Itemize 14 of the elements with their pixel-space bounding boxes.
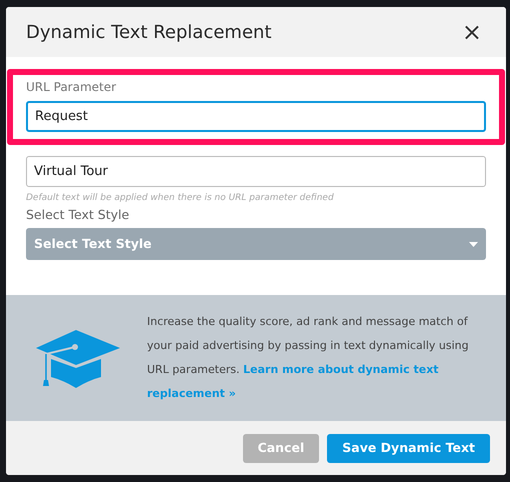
learn-more-link[interactable]: replacement » bbox=[147, 387, 236, 400]
close-button[interactable]: × bbox=[458, 20, 486, 44]
caret-icon bbox=[469, 242, 478, 246]
learn-more-link[interactable]: Learn more about dynamic text bbox=[243, 363, 439, 376]
default-text-field[interactable]: Virtual Tour bbox=[26, 156, 486, 187]
save-button[interactable]: Save Dynamic Text bbox=[327, 434, 490, 462]
text-style-dropdown[interactable]: Select Text Style bbox=[26, 228, 486, 260]
url-parameter-field[interactable]: Request bbox=[26, 101, 486, 132]
info-text: Increase the quality score, ad rank and message match of your paid advertising by passing in text dynamically using URL parameters. Learn more about dynamic text replacement » bbox=[147, 314, 470, 402]
field-label: Select Text Style bbox=[26, 206, 130, 224]
dialog-title: Dynamic Text Replacement bbox=[26, 20, 272, 44]
cancel-button[interactable]: Cancel bbox=[242, 434, 320, 462]
hint-text: Default text will be applied when there is no URL parameter defined bbox=[26, 192, 335, 204]
field-label: URL Parameter bbox=[26, 79, 118, 95]
